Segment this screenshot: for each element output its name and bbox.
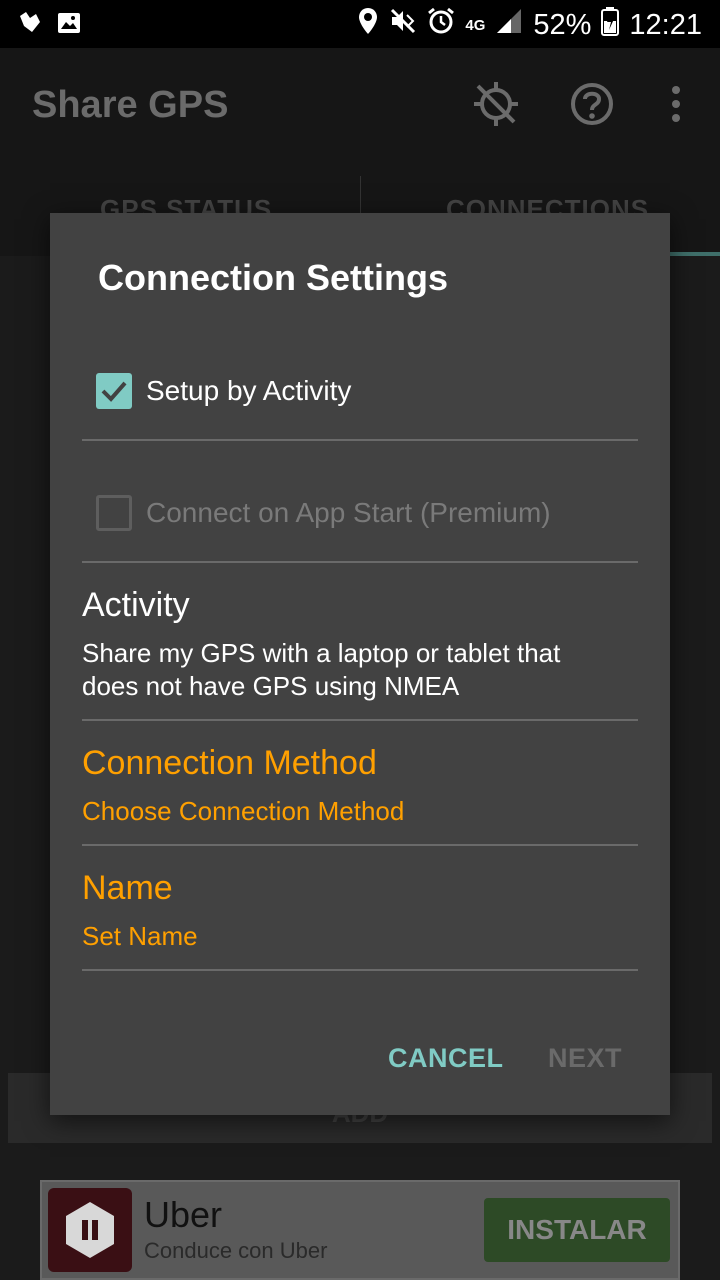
connection-settings-dialog: Connection Settings Setup by Activity Co…	[50, 213, 670, 1115]
battery-percent: 52%	[533, 8, 592, 41]
help-icon[interactable]	[568, 80, 616, 133]
status-bar: 4G 52% 12:21	[0, 0, 720, 48]
connection-method-value[interactable]: Choose Connection Method	[82, 795, 622, 828]
ad-banner[interactable]: Uber Conduce con Uber INSTALAR	[40, 1180, 680, 1280]
alarm-icon	[427, 7, 455, 43]
app-bar: Share GPS	[0, 48, 720, 164]
check-icon	[101, 381, 127, 402]
name-value[interactable]: Set Name	[82, 920, 622, 953]
battery-icon	[601, 6, 620, 44]
setup-by-activity-row[interactable]: Setup by Activity	[96, 373, 351, 409]
name-title[interactable]: Name	[82, 869, 173, 908]
overflow-menu-icon[interactable]	[664, 80, 688, 133]
divider	[82, 439, 638, 441]
install-button[interactable]: INSTALAR	[484, 1198, 670, 1262]
dialog-title: Connection Settings	[98, 257, 448, 298]
cancel-button[interactable]: CANCEL	[388, 1043, 504, 1074]
clock: 12:21	[629, 8, 702, 41]
signal-icon	[495, 7, 523, 43]
divider	[82, 719, 638, 721]
ad-title: Uber	[144, 1194, 223, 1235]
divider	[82, 844, 638, 846]
connect-on-start-label: Connect on App Start (Premium)	[146, 497, 551, 528]
activity-description[interactable]: Share my GPS with a laptop or tablet tha…	[82, 637, 622, 703]
mute-vibrate-icon	[389, 7, 417, 43]
divider	[82, 561, 638, 563]
divider	[82, 969, 638, 971]
notification-icon	[16, 10, 42, 41]
location-icon	[357, 7, 379, 43]
next-button[interactable]: NEXT	[548, 1043, 622, 1074]
connection-method-title[interactable]: Connection Method	[82, 744, 377, 783]
connect-on-start-row: Connect on App Start (Premium)	[96, 495, 551, 531]
activity-title[interactable]: Activity	[82, 586, 190, 625]
connect-on-start-checkbox	[96, 495, 132, 531]
setup-by-activity-label: Setup by Activity	[146, 375, 352, 406]
setup-by-activity-checkbox[interactable]	[96, 373, 132, 409]
uber-logo	[48, 1188, 132, 1272]
image-icon	[56, 10, 82, 41]
network-type: 4G	[465, 16, 486, 34]
gps-off-icon[interactable]	[472, 80, 520, 133]
app-title: Share GPS	[32, 84, 229, 126]
ad-subtitle: Conduce con Uber	[144, 1238, 328, 1263]
